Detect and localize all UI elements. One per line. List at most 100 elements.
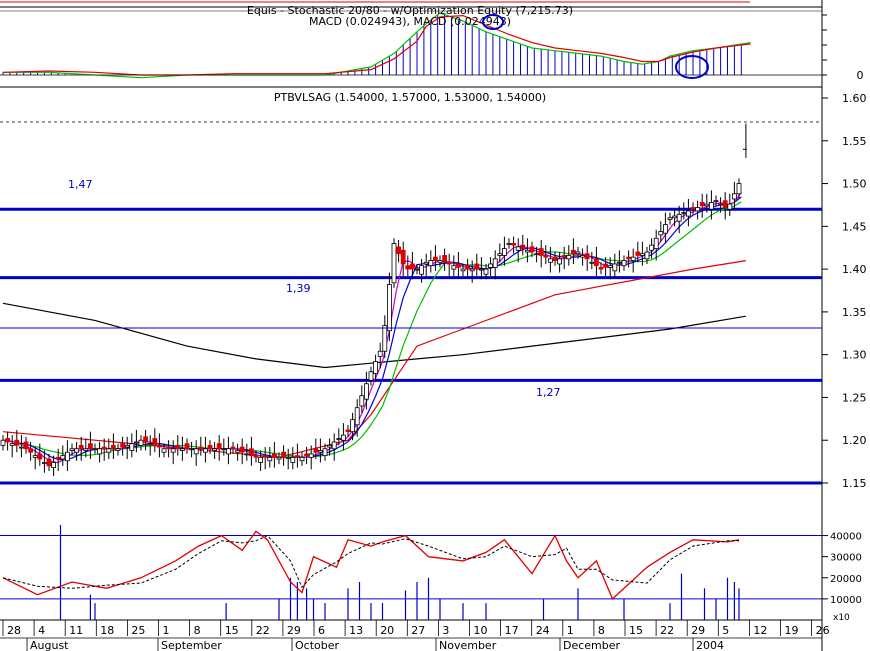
candlestick (207, 440, 213, 454)
candlestick (566, 245, 572, 266)
candlestick (294, 443, 300, 468)
candlestick (92, 443, 98, 454)
candlestick (552, 252, 558, 266)
candlestick (525, 238, 530, 263)
candlestick (653, 229, 659, 261)
day-tick-label: 20 (380, 624, 394, 637)
day-tick-label: 19 (785, 624, 799, 637)
candlestick (170, 440, 176, 465)
candlestick (663, 212, 668, 244)
candlestick (285, 448, 291, 470)
day-tick-label: 10 (474, 624, 488, 637)
candlestick (391, 238, 397, 288)
volume-tick-label: 30000 (830, 553, 862, 564)
candlestick (580, 248, 585, 266)
candlestick (299, 452, 305, 466)
candlestick (0, 435, 6, 451)
candlestick (511, 236, 517, 254)
price-tick-label: 1.35 (842, 306, 867, 319)
candlestick (198, 436, 204, 456)
candlestick (65, 440, 70, 472)
candlestick (736, 178, 742, 199)
candlestick (18, 435, 24, 458)
day-tick-label: 8 (598, 624, 605, 637)
candlestick (290, 447, 296, 470)
candlestick (101, 438, 107, 461)
volume-unit: x10 (833, 613, 850, 623)
day-tick-label: 1 (567, 624, 574, 637)
candlestick (120, 436, 125, 456)
candlestick (626, 250, 631, 268)
candlestick (331, 433, 337, 461)
candlestick (612, 253, 618, 278)
candlestick (469, 260, 475, 283)
candlestick (138, 435, 144, 451)
level-label-127: 1,27 (536, 386, 561, 399)
candlestick (492, 250, 498, 280)
month-label: 2004 (696, 639, 724, 651)
candlestick (262, 447, 268, 470)
candlestick (271, 441, 277, 468)
candlestick (520, 234, 526, 256)
macd-panel-subtitle: MACD (0.024943), MACD (0.024943) (309, 15, 511, 28)
candlestick (455, 252, 461, 278)
price-tick-label: 1.15 (842, 477, 867, 490)
candlestick (386, 272, 392, 341)
candlestick (699, 193, 705, 218)
level-label-139: 1,39 (286, 282, 311, 295)
month-label: October (295, 639, 339, 651)
candlestick (9, 435, 15, 458)
candlestick (396, 240, 402, 263)
candlestick (451, 255, 457, 276)
candlestick (221, 438, 227, 456)
candlestick (722, 192, 728, 220)
candlestick (571, 238, 576, 264)
month-label: September (161, 639, 222, 651)
day-tick-label: 18 (100, 624, 114, 637)
volume-tick-label: 40000 (830, 532, 862, 543)
candlestick (152, 428, 158, 453)
day-tick-label: 29 (287, 624, 301, 637)
candlestick (474, 253, 480, 276)
candlestick (400, 241, 406, 276)
candlestick (281, 445, 287, 466)
day-tick-label: 26 (816, 624, 830, 637)
day-tick-label: 22 (256, 624, 270, 637)
candlestick (230, 441, 236, 454)
candlestick (248, 436, 254, 466)
candlestick (23, 436, 29, 454)
day-tick-label: 3 (442, 624, 449, 637)
candlestick (594, 246, 599, 276)
candlestick (501, 236, 507, 266)
candlestick (193, 440, 199, 466)
candlestick (442, 248, 448, 271)
month-label: August (30, 639, 69, 651)
x-axis: 28 4 11 18 25 1 8 15 22 29 6 13 20 27 3 10 17 24 1 8 15 22 29 5… (0, 620, 830, 651)
candlestick (143, 429, 149, 451)
volume-tick-label: 20000 (830, 574, 862, 585)
candlestick (225, 436, 231, 465)
day-tick-label: 15 (225, 624, 239, 637)
candlestick (97, 441, 102, 463)
candlestick (184, 438, 190, 454)
price-tick-label: 1.55 (842, 135, 867, 148)
chart: Equis - Stochastic 20/80 - w/Optimizatio… (0, 0, 867, 651)
day-tick-label: 24 (536, 624, 550, 637)
candlestick (488, 257, 494, 276)
candlestick (368, 366, 374, 386)
candlestick (175, 435, 181, 456)
candlestick (133, 429, 139, 453)
day-tick-label: 29 (691, 624, 705, 637)
candlestick (432, 245, 438, 271)
day-tick-label: 27 (411, 624, 425, 637)
candlestick (667, 212, 673, 225)
candlestick (340, 423, 346, 451)
candlestick (437, 255, 443, 268)
candlestick (111, 433, 116, 460)
candlestick (202, 436, 208, 463)
candlestick (621, 255, 627, 271)
day-tick-label: 11 (69, 624, 83, 637)
candlestick (446, 253, 452, 276)
candlestick (557, 252, 562, 273)
volume-tick-label: 10000 (830, 595, 862, 606)
